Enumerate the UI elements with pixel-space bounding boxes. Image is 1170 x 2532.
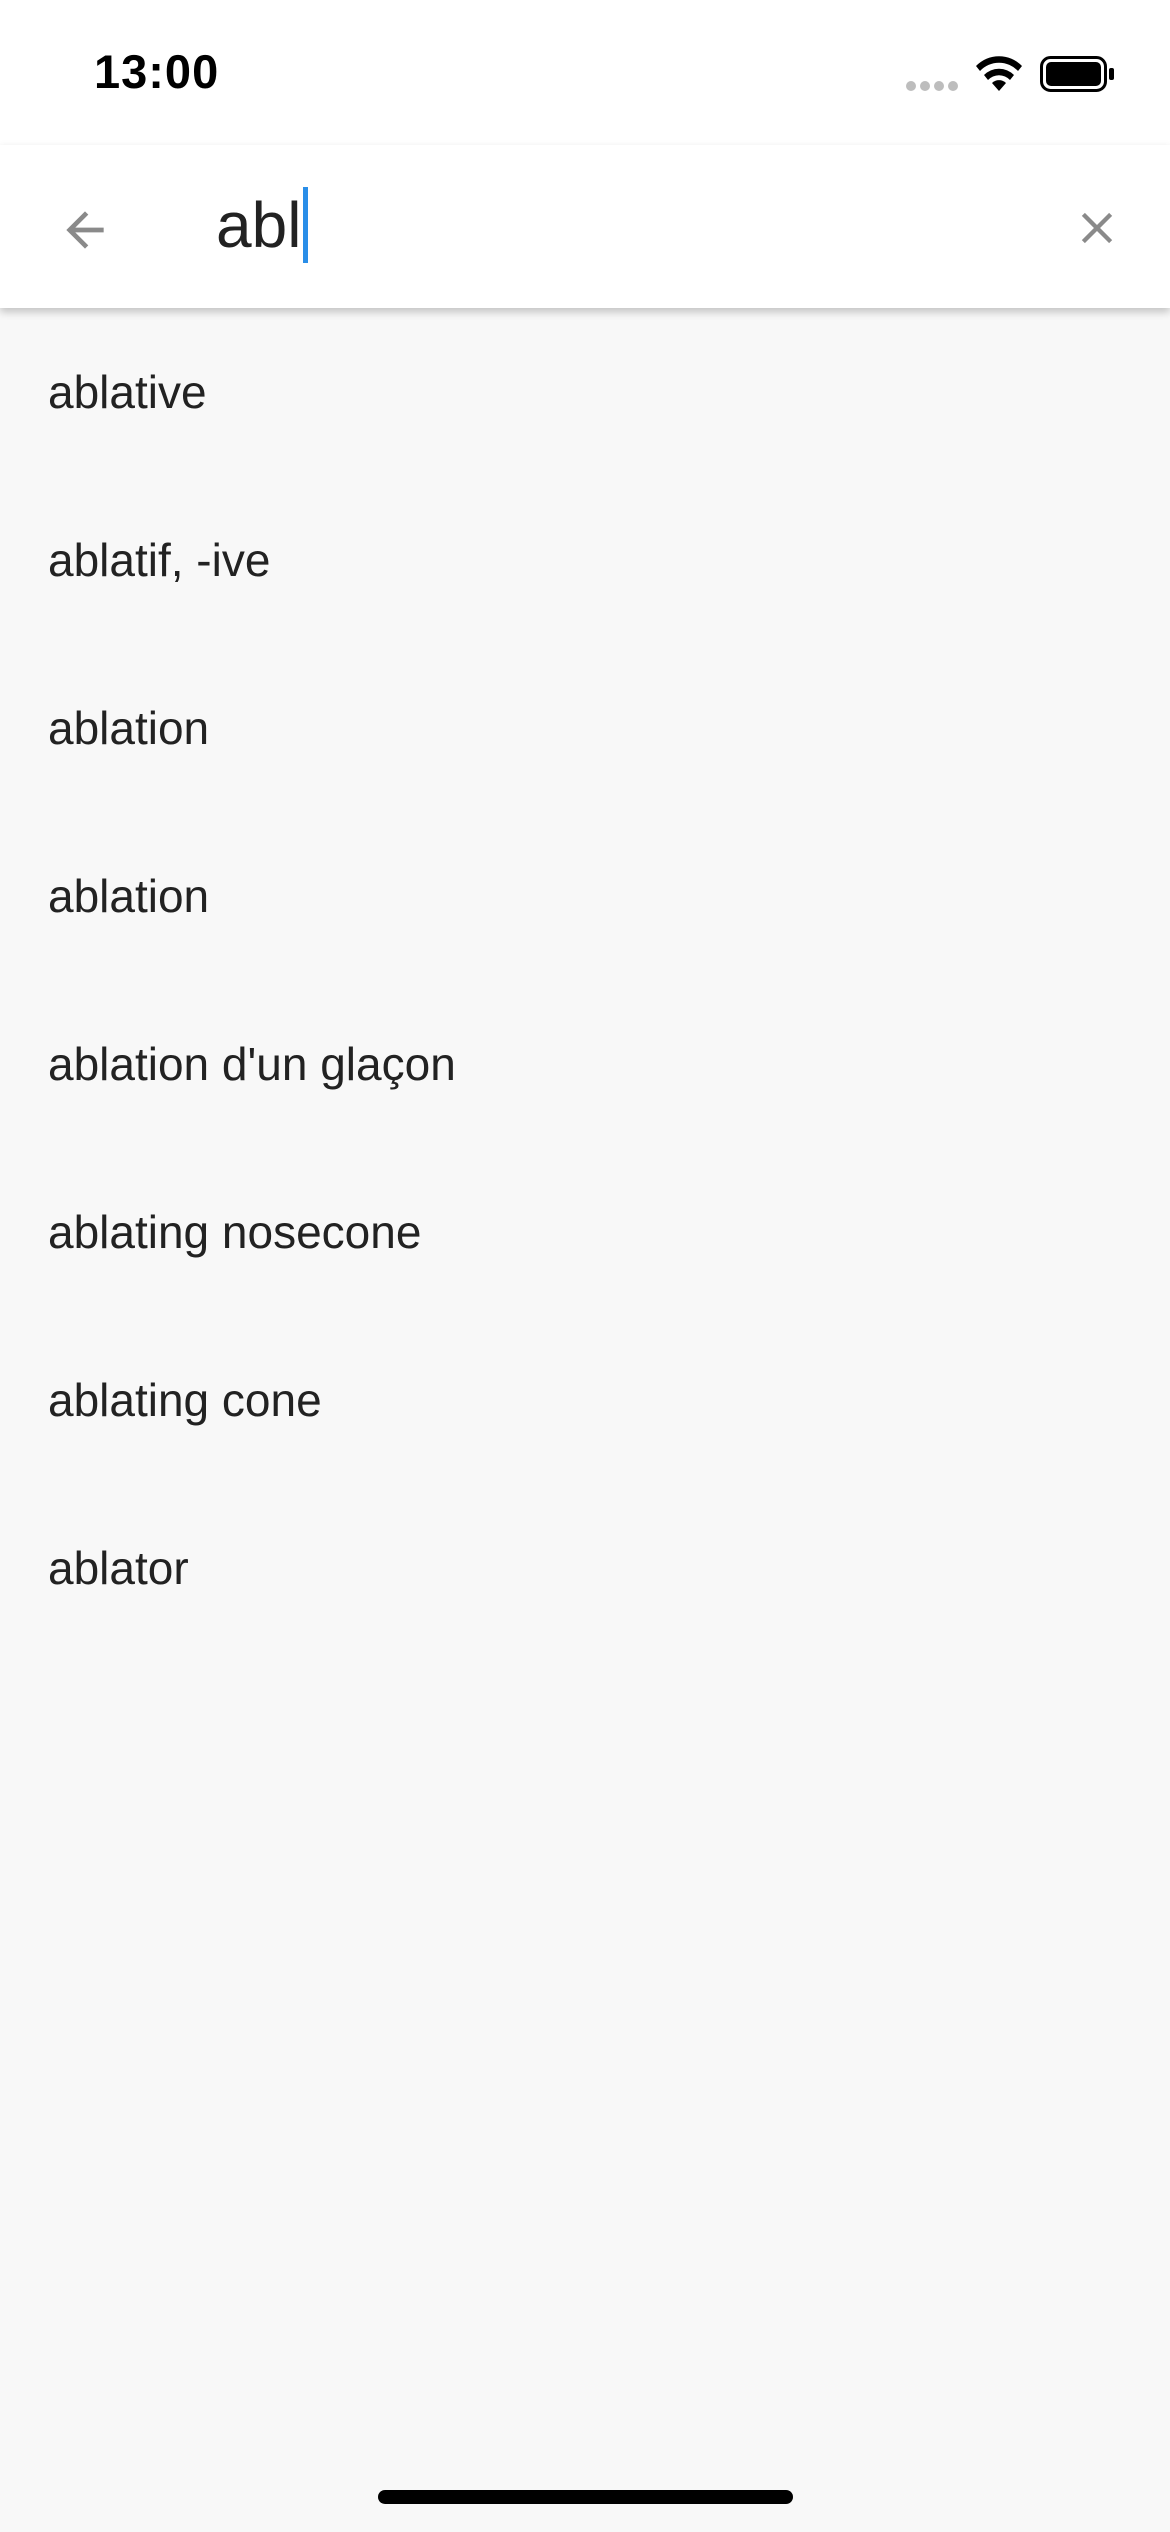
result-item[interactable]: ablatif, -ive: [0, 476, 1170, 644]
text-caret: [303, 187, 309, 263]
result-item[interactable]: ablation: [0, 812, 1170, 980]
back-button[interactable]: [40, 185, 130, 275]
result-item[interactable]: ablating nosecone: [0, 1148, 1170, 1316]
result-item[interactable]: ablating cone: [0, 1316, 1170, 1484]
status-time: 13:00: [94, 45, 220, 98]
status-bar: 13:00: [0, 0, 1170, 145]
home-indicator[interactable]: [378, 2490, 793, 2504]
wifi-icon: [976, 56, 1022, 91]
search-app-bar: abl: [0, 145, 1170, 308]
cellular-signal-icon: [906, 81, 958, 91]
clear-search-button[interactable]: [1052, 183, 1142, 273]
close-icon: [1081, 212, 1113, 244]
result-item[interactable]: ablation: [0, 644, 1170, 812]
arrow-back-icon: [66, 211, 104, 249]
search-input[interactable]: abl: [216, 175, 1016, 275]
search-query: abl: [216, 189, 302, 261]
battery-icon: [1040, 56, 1114, 92]
result-item[interactable]: ablative: [0, 308, 1170, 476]
search-results-list: ablative ablatif, -ive ablation ablation…: [0, 308, 1170, 1652]
result-item[interactable]: ablator: [0, 1484, 1170, 1652]
result-item[interactable]: ablation d'un glaçon: [0, 980, 1170, 1148]
